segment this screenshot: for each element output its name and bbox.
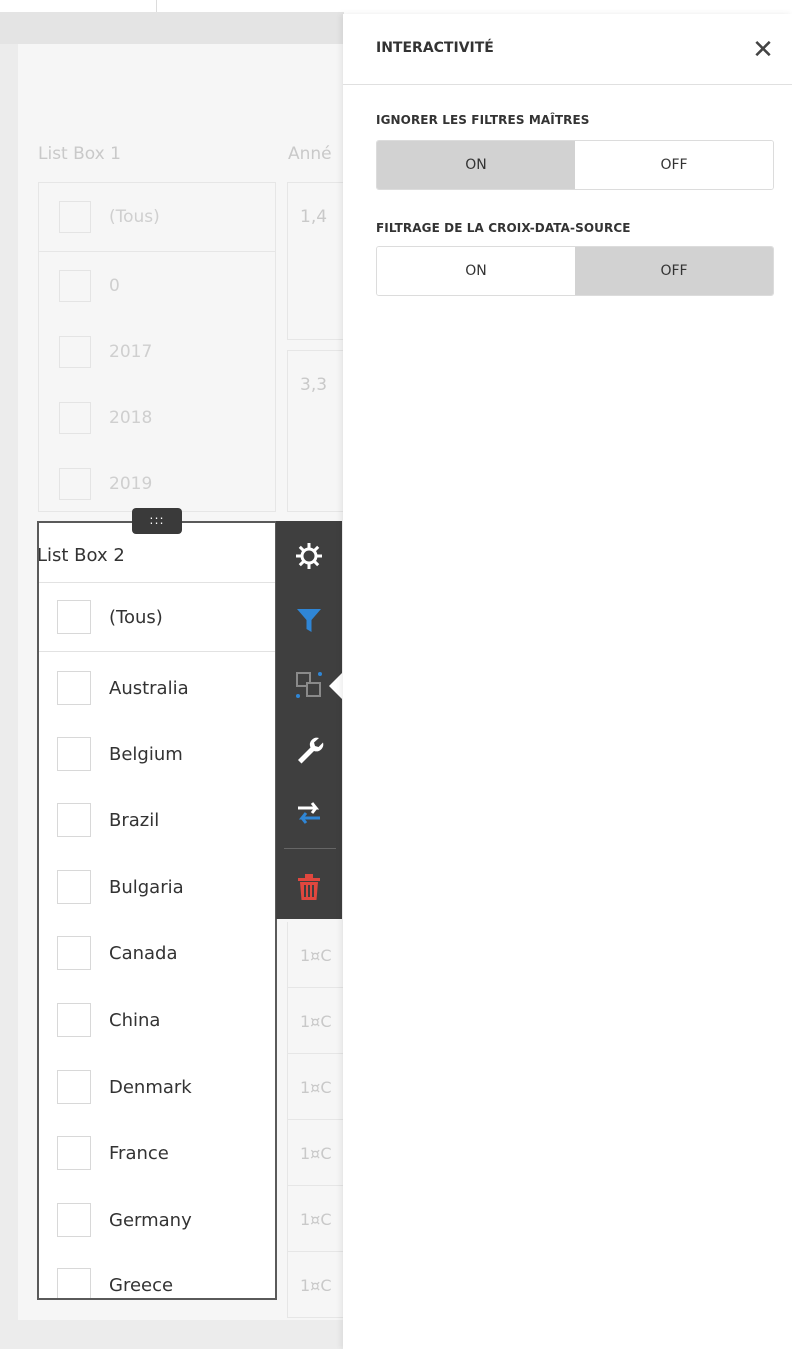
filter-icon[interactable] [276,588,342,652]
year-cell: 3,3 [287,350,347,512]
listbox1-item[interactable]: 2019 [59,467,152,501]
listbox1-item-label: 2019 [109,474,153,494]
divider [39,582,275,583]
table-row: 1¤C [287,922,347,988]
toggle-on-button[interactable]: ON [377,247,575,295]
listbox1-item[interactable]: 0 [59,269,120,303]
table-row: 1¤C [287,988,347,1054]
table-cell: 1¤C [300,1012,332,1031]
list-item[interactable]: Brazil [57,802,159,838]
close-icon[interactable]: ✕ [748,36,778,66]
list-item-label: Greece [109,1274,174,1296]
list-item[interactable]: Greece [57,1267,174,1298]
cross-datasource-filtering-label: FILTRAGE DE LA CROIX-DATA-SOURCE [376,221,631,235]
checkbox[interactable] [59,201,91,233]
listbox1-item-label: 2018 [109,408,153,428]
list-item[interactable]: Bulgaria [57,869,184,905]
list-item-label: Belgium [109,743,183,765]
list-item-label: China [109,1009,161,1031]
checkbox[interactable] [59,270,91,302]
listbox1-title: List Box 1 [38,144,121,164]
list-item[interactable]: Belgium [57,736,183,772]
listbox1-item-label: (Tous) [109,207,160,227]
checkbox[interactable] [59,336,91,368]
checkbox[interactable] [59,468,91,500]
ignore-master-filters-toggle[interactable]: ON OFF [376,140,774,190]
checkbox[interactable] [57,1003,91,1037]
listbox2[interactable]: List Box 2 (Tous) Australia Belgium Braz… [37,521,277,1300]
table-cell: 1¤C [300,1210,332,1229]
listbox1-item[interactable]: (Tous) [59,200,160,234]
year-cell: 1,4 [287,182,347,340]
list-item-label: Germany [109,1209,192,1231]
listbox1: (Tous) 0 2017 2018 2019 [38,182,276,512]
list-item-label: Australia [109,677,189,699]
checkbox[interactable] [57,600,91,634]
checkbox[interactable] [59,402,91,434]
divider [156,0,157,12]
list-item[interactable]: Germany [57,1202,192,1238]
checkbox[interactable] [57,870,91,904]
checkbox[interactable] [57,1136,91,1170]
list-item-label: France [109,1142,169,1164]
listbox1-item-label: 0 [109,276,120,296]
table-cell: 1¤C [300,1276,332,1295]
divider [39,651,275,652]
checkbox[interactable] [57,936,91,970]
checkbox[interactable] [57,671,91,705]
checkbox[interactable] [57,1268,91,1298]
drag-handle[interactable]: ::: [132,508,182,534]
checkbox[interactable] [57,1203,91,1237]
listbox2-title: List Box 2 [37,545,125,566]
checkbox[interactable] [57,803,91,837]
table-row: 1¤C [287,1252,347,1318]
panel-title: INTERACTIVITÉ [376,40,494,56]
list-item[interactable]: China [57,1002,160,1038]
table-row: 1¤C [287,1054,347,1120]
list-item-all[interactable]: (Tous) [57,599,163,635]
list-item[interactable]: France [57,1135,169,1171]
swap-icon[interactable] [276,781,342,845]
interactivity-panel: INTERACTIVITÉ ✕ IGNORER LES FILTRES MAÎT… [343,14,792,1349]
toggle-on-button[interactable]: ON [377,141,575,189]
listbox1-item[interactable]: 2017 [59,335,152,369]
list-item[interactable]: Australia [57,670,189,706]
panel-pointer [329,672,343,700]
table-cell: 1¤C [300,946,332,965]
list-item-label: (Tous) [109,606,163,628]
toggle-off-button[interactable]: OFF [575,141,773,189]
gear-icon[interactable] [276,524,342,588]
cross-datasource-filtering-toggle[interactable]: ON OFF [376,246,774,296]
list-item-label: Canada [109,942,178,964]
ignore-master-filters-label: IGNORER LES FILTRES MAÎTRES [376,113,590,127]
checkbox[interactable] [57,737,91,771]
toolbar-divider [284,848,336,849]
table-row: 1¤C [287,1186,347,1252]
dashboard-title-strip [0,12,344,44]
table-cell: 1¤C [300,1078,332,1097]
top-bar [0,0,792,12]
year-column-header: Anné [288,144,332,164]
year-cell-value: 3,3 [300,375,328,395]
toggle-off-button[interactable]: OFF [575,247,773,295]
list-item[interactable]: Denmark [57,1069,192,1105]
table-cell: 1¤C [300,1144,332,1163]
trash-icon[interactable] [276,855,342,919]
list-item-label: Bulgaria [109,876,184,898]
item-toolbar [276,521,342,919]
table-row: 1¤C [287,1120,347,1186]
list-item-label: Denmark [109,1076,192,1098]
checkbox[interactable] [57,1070,91,1104]
year-cell-value: 1,4 [300,207,328,227]
wrench-icon[interactable] [276,717,342,781]
listbox1-item[interactable]: 2018 [59,401,152,435]
panel-header: INTERACTIVITÉ ✕ [343,14,792,85]
listbox1-item-label: 2017 [109,342,153,362]
list-item[interactable]: Canada [57,935,178,971]
list-item-label: Brazil [109,809,160,831]
